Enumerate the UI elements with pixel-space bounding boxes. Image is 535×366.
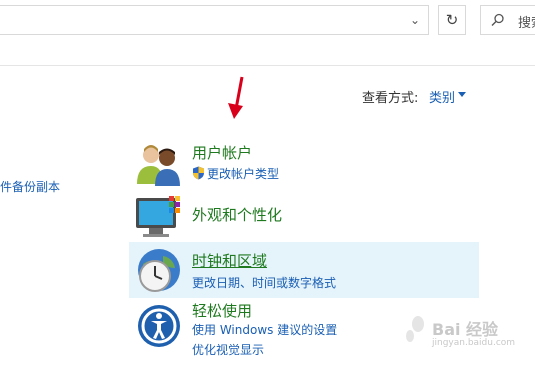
header-divider — [0, 65, 535, 66]
uac-shield-icon — [193, 166, 204, 180]
search-placeholder: 搜索 — [518, 16, 535, 31]
category-appearance[interactable]: 外观和个性化 — [129, 192, 479, 237]
clock-globe-icon — [138, 249, 180, 292]
category-user-accounts[interactable]: 用户帐户 更改帐户类型 — [129, 136, 479, 188]
view-by-label: 查看方式: — [362, 91, 419, 106]
use-windows-recommended-settings-link[interactable]: 使用 Windows 建议的设置 — [192, 321, 337, 338]
search-icon — [491, 13, 504, 26]
category-title-appearance[interactable]: 外观和个性化 — [192, 204, 282, 225]
category-clock-region[interactable]: 时钟和区域 更改日期、时间或数字格式 — [129, 242, 479, 298]
search-input[interactable]: 搜索 — [480, 5, 535, 35]
category-title-clock-region[interactable]: 时钟和区域 — [192, 250, 267, 271]
view-by-dropdown[interactable]: 类别 — [429, 87, 455, 106]
address-bar[interactable] — [0, 5, 429, 35]
optimize-visual-display-link[interactable]: 优化视觉显示 — [192, 341, 264, 358]
change-account-type-label: 更改帐户类型 — [207, 167, 280, 181]
appearance-icon — [136, 196, 180, 237]
change-account-type-link[interactable]: 更改帐户类型 — [192, 165, 279, 182]
refresh-button[interactable]: ↻ — [438, 5, 466, 35]
chevron-down-icon[interactable]: ⌄ — [408, 13, 422, 27]
category-title-user-accounts[interactable]: 用户帐户 — [192, 142, 252, 163]
watermark-url: jingyan.baidu.com — [432, 338, 516, 348]
caret-down-icon[interactable] — [458, 92, 466, 97]
refresh-icon: ↻ — [445, 11, 459, 29]
change-date-time-format-link[interactable]: 更改日期、时间或数字格式 — [192, 274, 336, 291]
ease-of-access-icon — [138, 305, 180, 347]
address-toolbar: ⌄ ↻ 搜索 — [0, 0, 535, 40]
category-title-ease-of-access[interactable]: 轻松使用 — [192, 300, 252, 321]
users-icon — [137, 145, 180, 186]
red-arrow-annotation — [228, 76, 244, 119]
backup-link[interactable]: 件备份副本 — [0, 178, 60, 195]
watermark-text: Bai 经验 — [432, 320, 499, 339]
